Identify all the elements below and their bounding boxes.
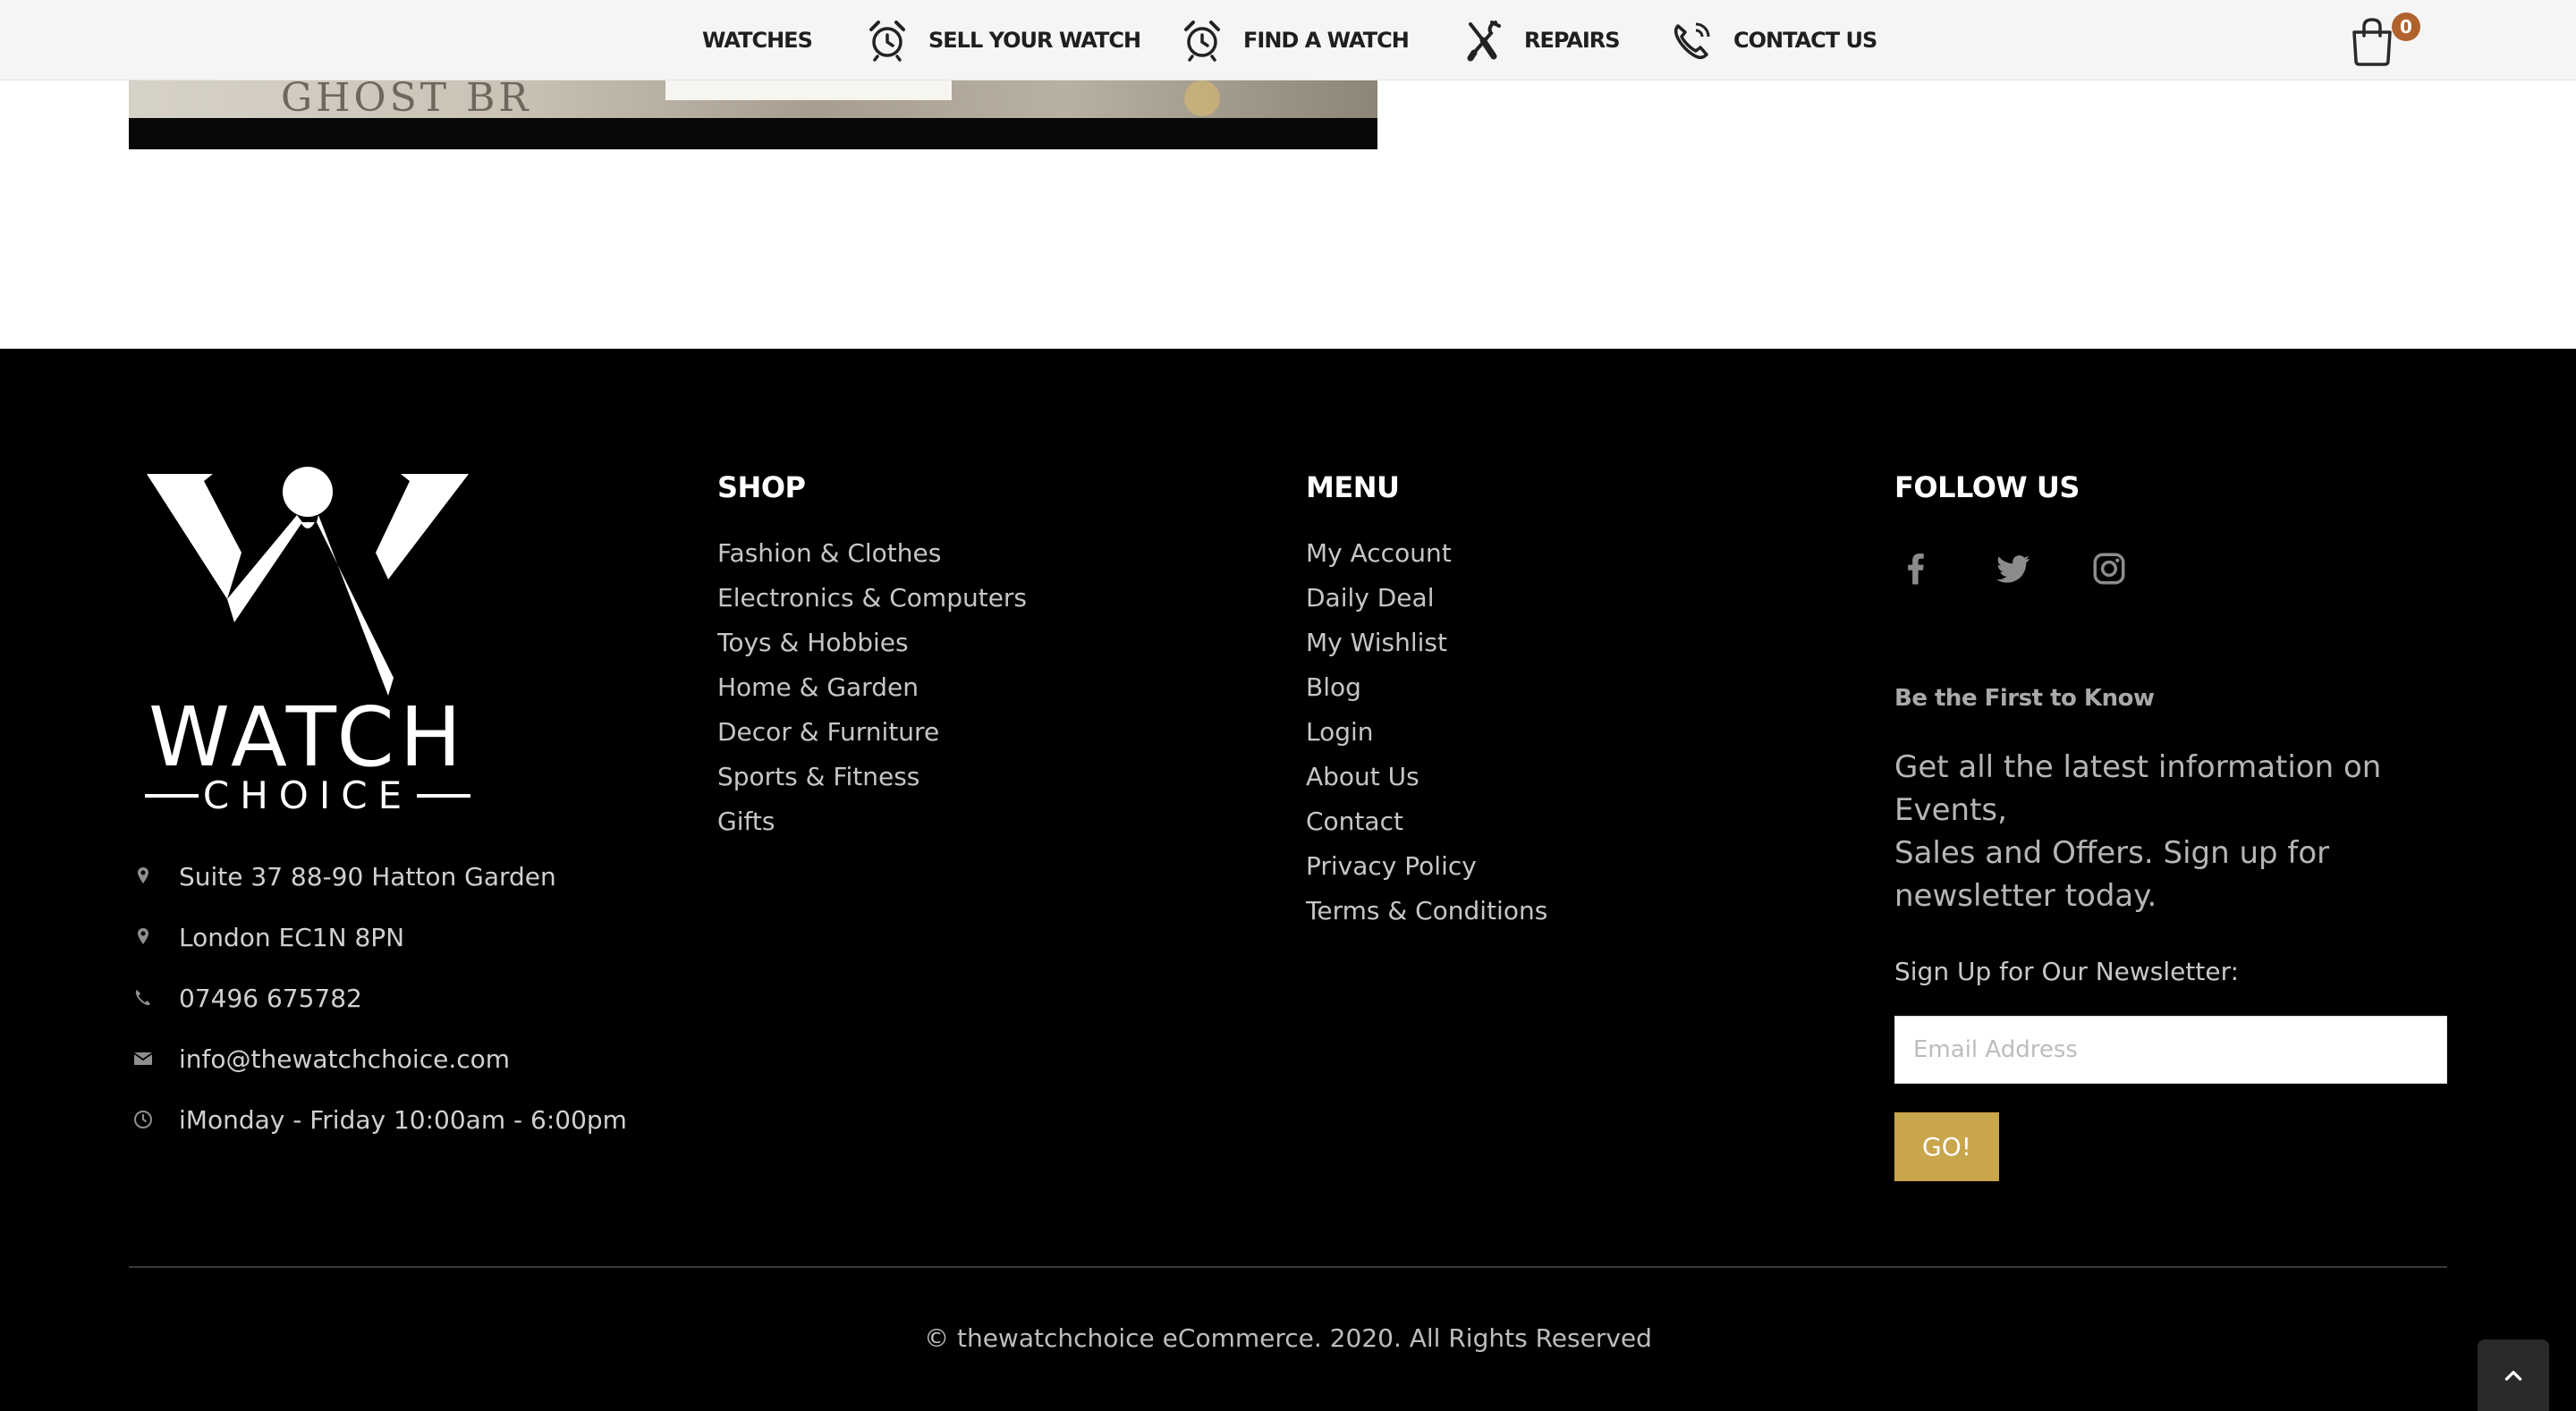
follow-us-heading: FOLLOW US (1894, 470, 2080, 504)
watch-choice-logo: WATCH CHOICE (145, 467, 470, 812)
contact-info-list: Suite 37 88-90 Hatton Garden London EC1N… (129, 846, 627, 1150)
newsletter-heading: Be the First to Know (1894, 685, 2155, 712)
nav-contact-us-label: CONTACT US (1733, 28, 1877, 53)
menu-link-login[interactable]: Login (1306, 717, 1547, 762)
shopping-bag-icon (2352, 18, 2392, 66)
menu-link-daily-deal[interactable]: Daily Deal (1306, 583, 1547, 628)
logo-word-watch: WATCH (148, 689, 467, 785)
menu-link-blog[interactable]: Blog (1306, 672, 1547, 717)
shop-heading: SHOP (717, 470, 806, 504)
map-pin-icon (129, 866, 179, 887)
shop-link-gifts[interactable]: Gifts (717, 807, 1027, 851)
facebook-icon[interactable] (1894, 547, 1937, 590)
menu-link-contact[interactable]: Contact (1306, 807, 1547, 851)
phone-icon (1674, 22, 1710, 59)
nav-sell-your-watch[interactable]: SELL YOUR WATCH (864, 16, 1141, 64)
clock-icon (129, 1109, 179, 1130)
nav-repairs-label: REPAIRS (1524, 28, 1621, 53)
contact-email[interactable]: info@thewatchchoice.com (129, 1028, 627, 1089)
video-sign-text: GHOST BR (281, 80, 532, 121)
nav-watches[interactable]: WATCHES (702, 16, 813, 64)
twitter-icon[interactable] (1991, 547, 2034, 590)
newsletter-email-input[interactable] (1894, 1016, 2447, 1084)
contact-phone[interactable]: 07496 675782 (129, 967, 627, 1028)
main-nav: WATCHES SELL YOUR WATCH FIND A WATCH REP… (0, 0, 2576, 80)
menu-link-terms[interactable]: Terms & Conditions (1306, 896, 1547, 941)
chevron-up-icon (2504, 1371, 2522, 1381)
contact-address-line1-text: Suite 37 88-90 Hatton Garden (179, 861, 556, 891)
cart-count-badge: 0 (2392, 13, 2420, 41)
menu-link-wishlist[interactable]: My Wishlist (1306, 628, 1547, 672)
nav-sell-your-watch-label: SELL YOUR WATCH (928, 28, 1141, 53)
video-highlight (665, 80, 952, 100)
shop-link-electronics[interactable]: Electronics & Computers (717, 583, 1027, 628)
tools-icon (1467, 21, 1501, 62)
contact-hours-text: iMonday - Friday 10:00am - 6:00pm (179, 1104, 627, 1135)
back-to-top-button[interactable] (2478, 1339, 2549, 1411)
contact-phone-text: 07496 675782 (179, 983, 362, 1013)
shop-link-home-garden[interactable]: Home & Garden (717, 672, 1027, 717)
shop-link-sports[interactable]: Sports & Fitness (717, 762, 1027, 807)
hero-video[interactable]: GHOST BR (129, 80, 1377, 149)
newsletter-blurb: Get all the latest information on Events… (1894, 746, 2395, 917)
newsletter-blurb-line1: Get all the latest information on Events… (1894, 749, 2382, 828)
top-navigation-bar: WATCHES SELL YOUR WATCH FIND A WATCH REP… (0, 0, 2576, 80)
menu-heading: MENU (1306, 470, 1400, 504)
copyright-text: © thewatchchoice eCommerce. 2020. All Ri… (924, 1323, 1652, 1353)
video-highlight-gold (1184, 80, 1220, 116)
menu-link-privacy[interactable]: Privacy Policy (1306, 851, 1547, 896)
nav-find-a-watch[interactable]: FIND A WATCH (1179, 16, 1410, 64)
alarm-clock-icon (1184, 21, 1220, 62)
menu-link-my-account[interactable]: My Account (1306, 538, 1547, 583)
alarm-clock-icon (869, 21, 905, 62)
contact-address-line2: London EC1N 8PN (129, 907, 627, 967)
phone-icon (129, 987, 179, 1009)
shop-link-toys[interactable]: Toys & Hobbies (717, 628, 1027, 672)
shop-links: Fashion & Clothes Electronics & Computer… (717, 538, 1027, 851)
cart-button[interactable]: 0 (2345, 13, 2420, 70)
newsletter-submit-button[interactable]: GO! (1894, 1112, 1999, 1181)
shop-link-decor[interactable]: Decor & Furniture (717, 717, 1027, 762)
newsletter-signup-label: Sign Up for Our Newsletter: (1894, 957, 2240, 986)
contact-email-text: info@thewatchchoice.com (179, 1043, 511, 1074)
newsletter-blurb-line2: Sales and Offers. Sign up for newsletter… (1894, 835, 2330, 914)
nav-repairs[interactable]: REPAIRS (1460, 16, 1621, 64)
video-frame: GHOST BR (129, 80, 1377, 121)
envelope-icon (129, 1048, 179, 1069)
logo-word-choice: CHOICE (203, 773, 412, 812)
nav-find-a-watch-label: FIND A WATCH (1243, 28, 1410, 53)
menu-links: My Account Daily Deal My Wishlist Blog L… (1306, 538, 1547, 941)
shop-link-fashion[interactable]: Fashion & Clothes (717, 538, 1027, 583)
contact-address-line1: Suite 37 88-90 Hatton Garden (129, 846, 627, 907)
nav-contact-us[interactable]: CONTACT US (1669, 16, 1877, 64)
social-links (1894, 547, 2131, 590)
menu-link-about-us[interactable]: About Us (1306, 762, 1547, 807)
footer-divider (129, 1266, 2447, 1268)
instagram-icon[interactable] (2088, 547, 2131, 590)
nav-watches-label: WATCHES (702, 28, 813, 53)
contact-address-line2-text: London EC1N 8PN (179, 922, 405, 952)
footer: WATCH CHOICE Suite 37 88-90 Hatton Garde… (0, 349, 2576, 1411)
contact-hours: iMonday - Friday 10:00am - 6:00pm (129, 1089, 627, 1150)
map-pin-icon (129, 926, 179, 948)
